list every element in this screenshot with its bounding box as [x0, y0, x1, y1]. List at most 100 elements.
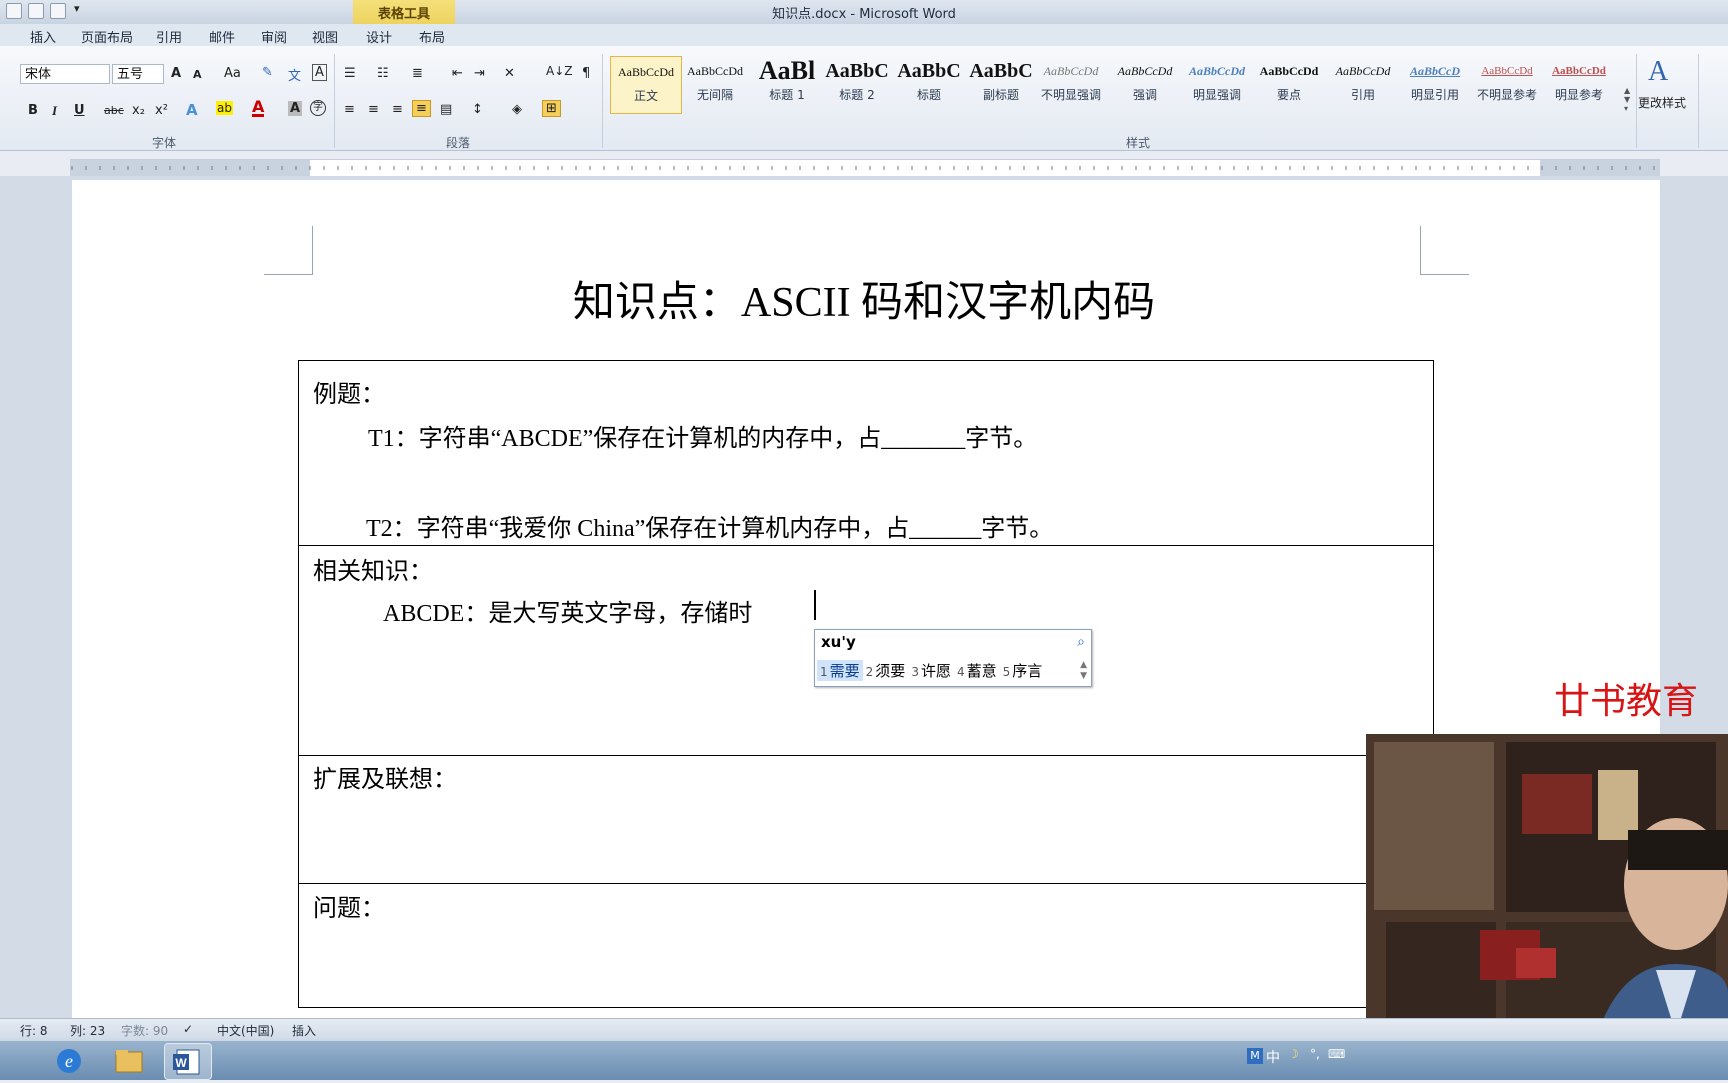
- style-tile[interactable]: AaBbCcDd不明显参考: [1472, 56, 1542, 112]
- align-right-icon[interactable]: ≡: [392, 102, 403, 117]
- style-preview: AaBbCcDd: [611, 57, 681, 87]
- text-effects-icon[interactable]: A: [186, 101, 198, 119]
- change-case-button[interactable]: Aa: [224, 66, 241, 81]
- ime-candidate[interactable]: 2须要: [863, 660, 909, 681]
- status-column[interactable]: 列: 23: [70, 1022, 105, 1039]
- style-tile[interactable]: AaBbCcDd明显强调: [1182, 56, 1252, 112]
- style-tile[interactable]: AaBbCcDd引用: [1328, 56, 1398, 112]
- grow-font-button[interactable]: A: [171, 66, 181, 81]
- tab-page-layout[interactable]: 页面布局: [81, 27, 133, 46]
- highlight-icon[interactable]: ab: [216, 101, 233, 115]
- bold-button[interactable]: B: [28, 103, 38, 118]
- ie-taskbar-icon[interactable]: e: [46, 1043, 92, 1078]
- punctuation-icon[interactable]: °,: [1310, 1047, 1320, 1061]
- ime-mode-indicator[interactable]: 中: [1266, 1047, 1280, 1067]
- proofing-icon[interactable]: ✓: [183, 1022, 193, 1036]
- ime-candidate[interactable]: 4蓄意: [954, 660, 1000, 681]
- ime-candidate[interactable]: 3许愿: [908, 660, 954, 681]
- font-color-icon[interactable]: A: [252, 100, 264, 117]
- style-tile[interactable]: AaBl标题 1: [752, 56, 822, 112]
- style-tile[interactable]: AaBbCcDd明显参考: [1544, 56, 1614, 112]
- style-tile[interactable]: AaBbCcDd正文: [610, 56, 682, 114]
- chinese-layout-icon[interactable]: ✕: [504, 66, 515, 81]
- style-name: 明显引用: [1400, 86, 1470, 103]
- tab-layout[interactable]: 布局: [419, 27, 445, 46]
- shrink-font-button[interactable]: A: [193, 68, 202, 81]
- ime-candidate-window[interactable]: xu'y ⌕ 1需要2须要3许愿4蓄意5序言 ▲▼: [814, 629, 1092, 687]
- style-preview: AaBbC: [966, 56, 1036, 86]
- style-preview: AaBbCcDd: [1328, 56, 1398, 86]
- keyboard-icon[interactable]: ⌨: [1328, 1047, 1345, 1061]
- borders-icon[interactable]: ⊞: [542, 100, 561, 117]
- question-header: 问题：: [313, 888, 385, 923]
- tab-insert[interactable]: 插入: [30, 27, 56, 46]
- status-insert-mode[interactable]: 插入: [292, 1022, 316, 1039]
- decrease-indent-icon[interactable]: ⇤: [452, 66, 463, 81]
- ruler-margin-shade: [1540, 160, 1660, 176]
- word-taskbar-icon[interactable]: W: [164, 1043, 212, 1080]
- font-name-combo[interactable]: 宋体: [20, 64, 110, 84]
- style-name: 标题 1: [752, 86, 822, 103]
- ime-candidate-text: 蓄意: [967, 662, 997, 680]
- style-tile[interactable]: AaBbCcDd无间隔: [680, 56, 750, 112]
- font-size-combo[interactable]: 五号: [112, 64, 164, 84]
- change-styles-icon[interactable]: A: [1648, 56, 1668, 88]
- horizontal-ruler[interactable]: [70, 159, 1660, 177]
- moon-icon[interactable]: ☽: [1288, 1047, 1299, 1061]
- tab-references[interactable]: 引用: [156, 27, 182, 46]
- status-line[interactable]: 行: 8: [20, 1022, 48, 1039]
- tab-design[interactable]: 设计: [366, 27, 392, 46]
- numbering-icon[interactable]: ☷: [377, 66, 389, 81]
- multilevel-list-icon[interactable]: ≣: [412, 66, 423, 81]
- italic-button[interactable]: I: [52, 103, 57, 119]
- brand-watermark: 廿书教育: [1554, 672, 1698, 724]
- tab-review[interactable]: 审阅: [261, 27, 287, 46]
- status-word-count[interactable]: 字数: 90: [121, 1022, 168, 1039]
- change-styles-button[interactable]: 更改样式: [1638, 94, 1686, 111]
- question-t2: T2：字符串“我爱你 China”保存在计算机内存中，占______字节。: [366, 508, 1053, 543]
- tab-view[interactable]: 视图: [312, 27, 338, 46]
- style-tile[interactable]: AaBbC标题: [894, 56, 964, 112]
- distributed-icon[interactable]: ▤: [440, 102, 452, 117]
- status-language[interactable]: 中文(中国): [217, 1022, 274, 1039]
- superscript-button[interactable]: x²: [155, 103, 168, 118]
- char-border-icon[interactable]: A: [312, 64, 327, 81]
- ime-tray-icon[interactable]: M: [1247, 1048, 1263, 1064]
- line-spacing-icon[interactable]: ↕: [472, 102, 483, 117]
- ime-candidate[interactable]: 1需要: [817, 660, 863, 681]
- tab-mailings[interactable]: 邮件: [209, 27, 235, 46]
- style-tile[interactable]: AaBbCcDd强调: [1110, 56, 1180, 112]
- style-tile[interactable]: AaBbC副标题: [966, 56, 1036, 112]
- extension-header: 扩展及联想：: [313, 759, 457, 794]
- bullets-icon[interactable]: ☰: [344, 66, 356, 81]
- ime-candidate-number: 1: [820, 665, 828, 679]
- sort-icon[interactable]: A↓Z: [546, 64, 572, 78]
- increase-indent-icon[interactable]: ⇥: [474, 66, 485, 81]
- paragraph-group-label: 段落: [446, 134, 470, 151]
- style-name: 正文: [611, 87, 681, 104]
- show-marks-icon[interactable]: ¶: [582, 66, 590, 81]
- explorer-taskbar-icon[interactable]: [106, 1043, 152, 1078]
- ime-candidate-number: 4: [957, 665, 965, 679]
- enclose-char-icon[interactable]: 字: [310, 100, 326, 116]
- char-shading-icon[interactable]: A: [288, 101, 302, 116]
- style-tile[interactable]: AaBbCcDd不明显强调: [1036, 56, 1106, 112]
- ime-page-arrows-icon[interactable]: ▲▼: [1080, 660, 1087, 682]
- strikethrough-button[interactable]: abc: [104, 104, 124, 117]
- style-tile[interactable]: AaBbC标题 2: [822, 56, 892, 112]
- align-left-icon[interactable]: ≡: [344, 102, 355, 117]
- underline-button[interactable]: U: [74, 103, 85, 118]
- clear-format-icon[interactable]: ✎: [262, 65, 273, 80]
- ime-candidate[interactable]: 5序言: [1000, 660, 1046, 681]
- question-t1: T1：字符串“ABCDE”保存在计算机的内存中，占_______字节。: [368, 418, 1037, 453]
- align-center-icon[interactable]: ≡: [368, 102, 379, 117]
- phonetic-guide-icon[interactable]: 文: [288, 65, 301, 84]
- shading-icon[interactable]: ◈: [512, 102, 522, 117]
- search-icon[interactable]: ⌕: [1077, 634, 1085, 650]
- subscript-button[interactable]: x₂: [132, 103, 145, 118]
- style-tile[interactable]: AaBbCcD明显引用: [1400, 56, 1470, 112]
- styles-scroll-icon[interactable]: ▲▼▾: [1624, 86, 1630, 113]
- justify-icon[interactable]: ≡: [412, 100, 431, 117]
- style-preview: AaBbCcDd: [1544, 56, 1614, 86]
- style-tile[interactable]: AaBbCcDd要点: [1254, 56, 1324, 112]
